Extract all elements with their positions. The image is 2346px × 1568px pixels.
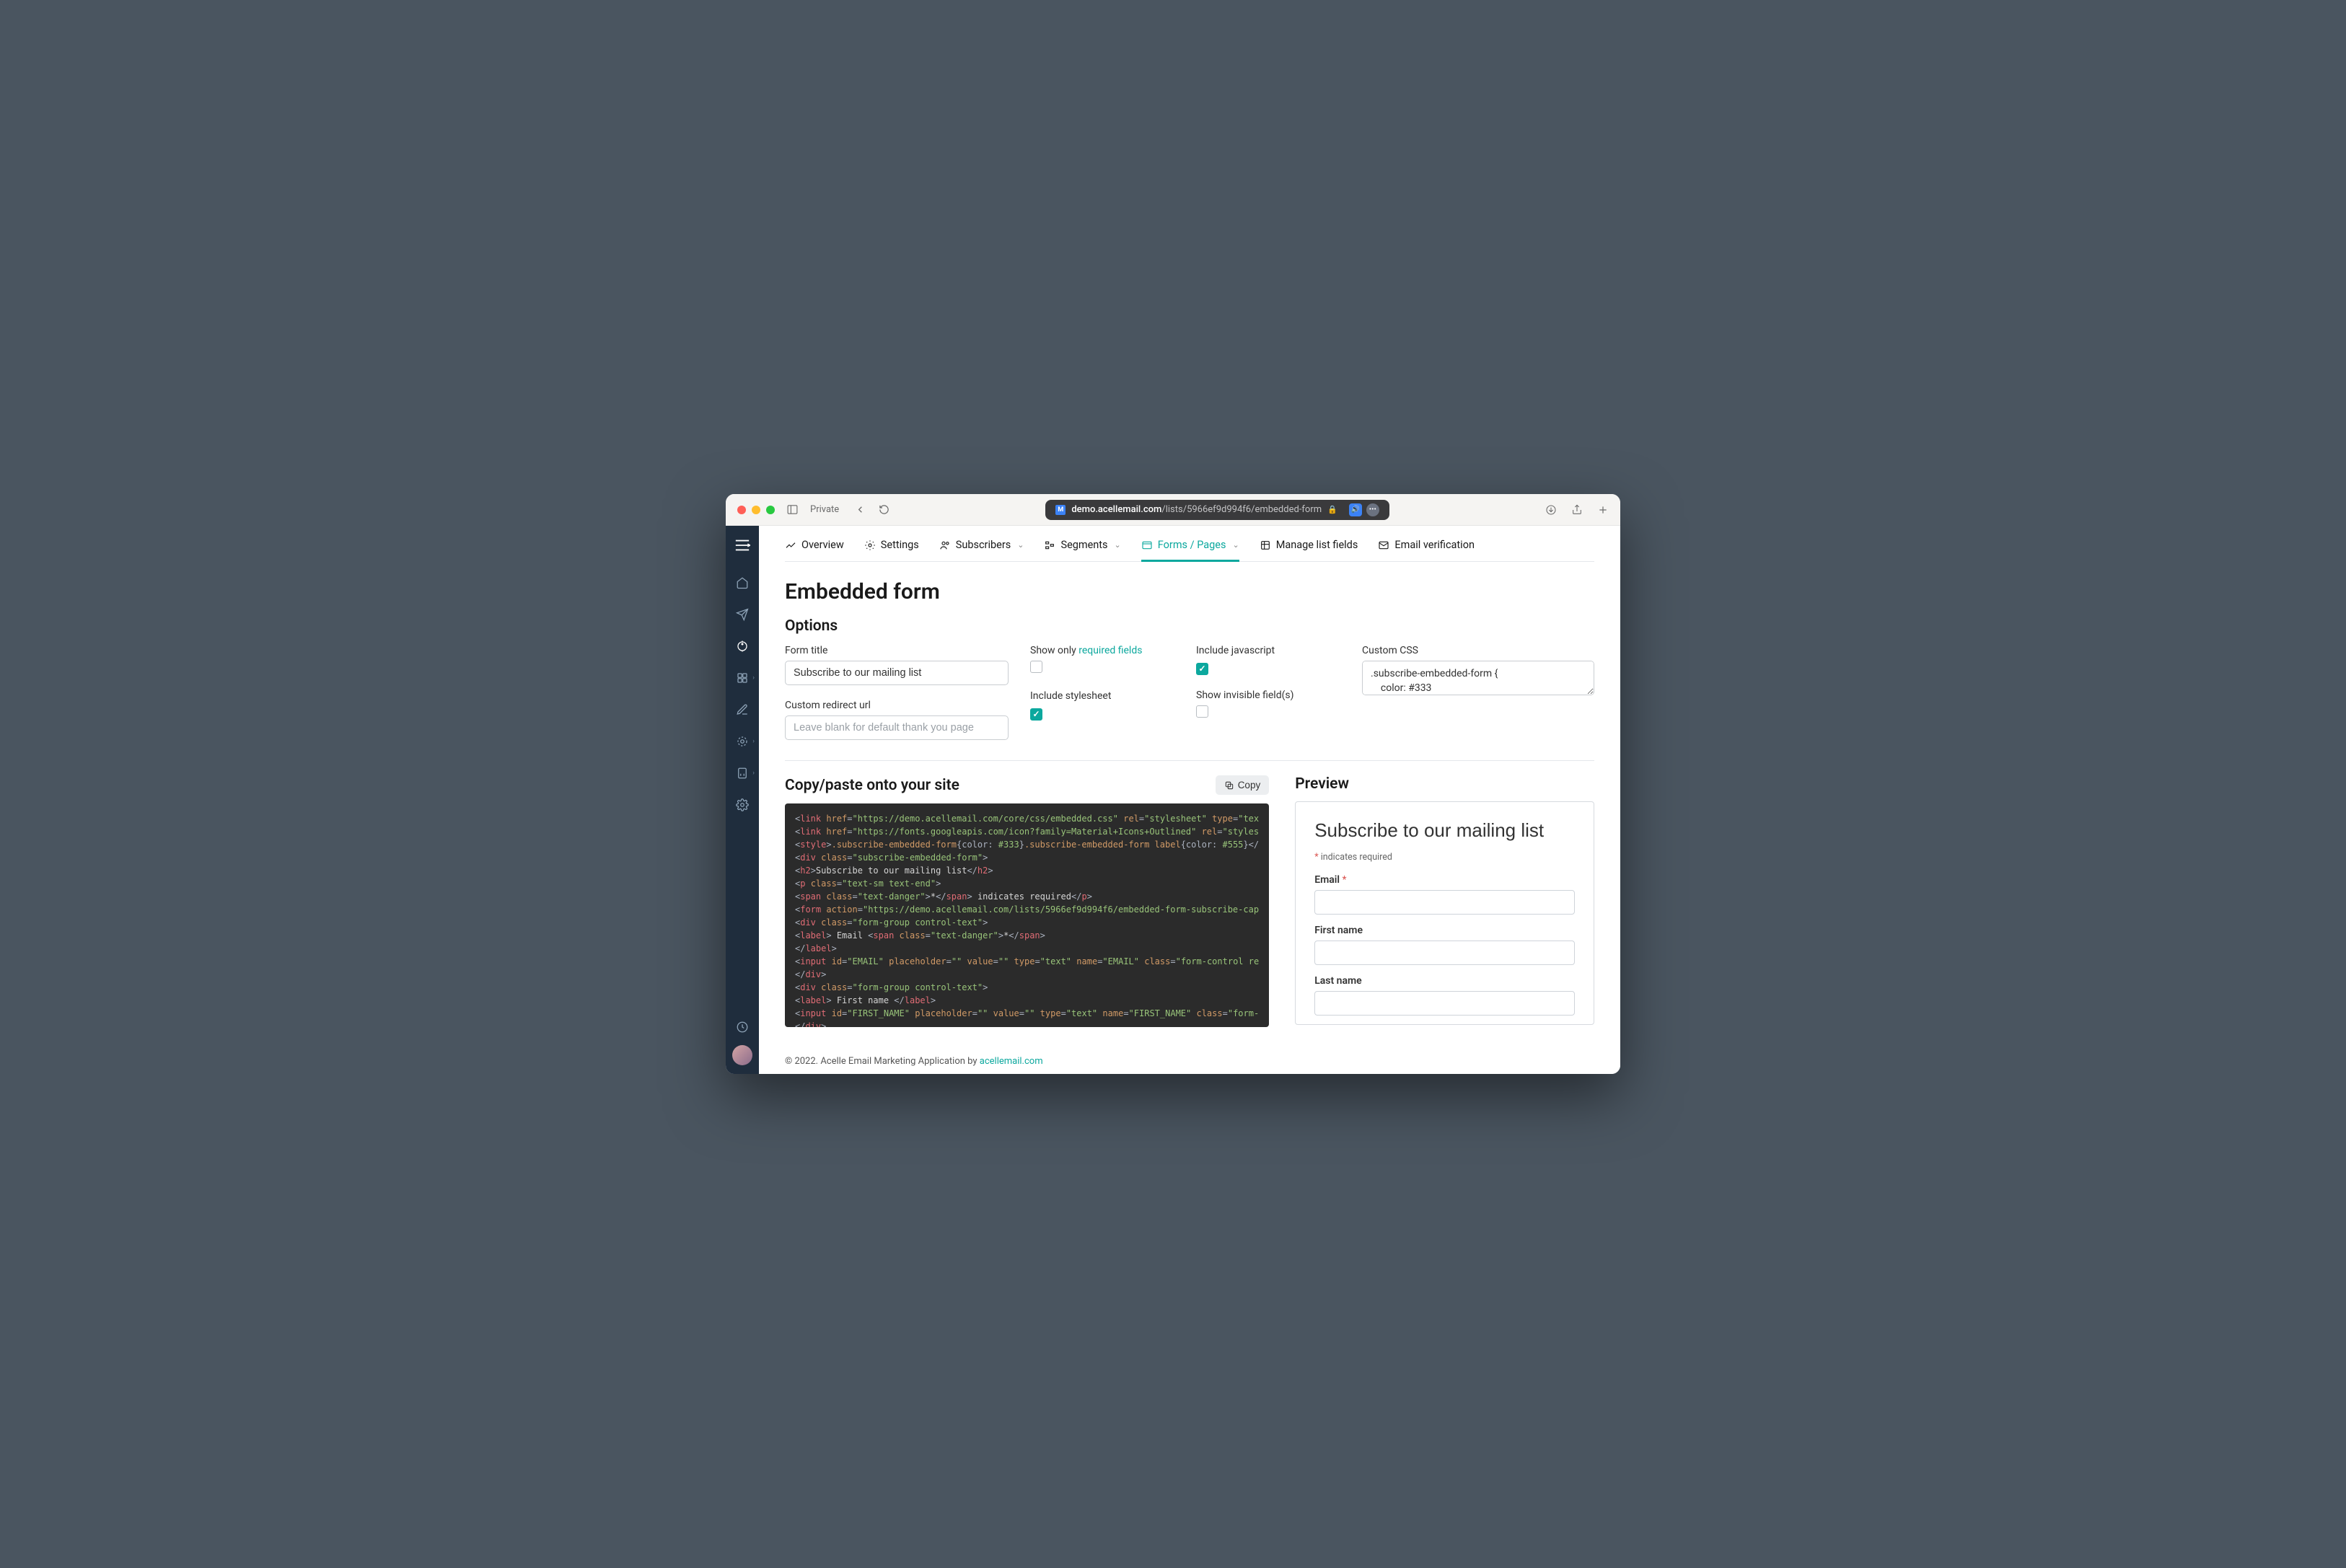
- app-sidebar: [726, 526, 759, 1074]
- include-javascript-checkbox[interactable]: [1196, 663, 1208, 675]
- sidebar-item-reports[interactable]: [729, 759, 756, 787]
- show-only-label: Show only required fields: [1030, 645, 1174, 656]
- preview-column: Preview Subscribe to our mailing list * …: [1295, 775, 1594, 1027]
- chevron-down-icon: ⌄: [1017, 540, 1024, 550]
- tab-overview[interactable]: Overview: [785, 539, 844, 561]
- maximize-icon[interactable]: [766, 506, 775, 514]
- tab-subscribers[interactable]: Subscribers⌄: [939, 539, 1024, 561]
- tab-manage-fields[interactable]: Manage list fields: [1260, 539, 1358, 561]
- preview-firstname-label: First name: [1314, 925, 1575, 936]
- preview-lastname-label: Last name: [1314, 975, 1575, 987]
- tab-forms[interactable]: Forms / Pages⌄: [1141, 539, 1239, 561]
- reload-icon[interactable]: [879, 504, 889, 515]
- preview-heading: Preview: [1295, 775, 1349, 793]
- preview-email-input[interactable]: [1314, 890, 1575, 915]
- form-title-input[interactable]: [785, 661, 1009, 685]
- new-tab-icon[interactable]: [1597, 504, 1609, 516]
- page-title: Embedded form: [785, 579, 1594, 604]
- download-icon[interactable]: [1545, 504, 1557, 516]
- preview-required-note: * indicates required: [1314, 852, 1575, 863]
- list-tabs: Overview Settings Subscribers⌄ Segments⌄…: [785, 526, 1594, 562]
- sidebar-item-campaigns[interactable]: [729, 601, 756, 628]
- show-only-checkbox[interactable]: [1030, 661, 1042, 673]
- chevron-down-icon: ⌄: [1115, 540, 1121, 550]
- traffic-lights: [737, 506, 775, 514]
- options-grid: Form title Custom redirect url Show only…: [785, 645, 1594, 740]
- close-icon[interactable]: [737, 506, 746, 514]
- sidebar-item-settings[interactable]: [729, 791, 756, 819]
- preview-title: Subscribe to our mailing list: [1314, 819, 1575, 842]
- tab-segments[interactable]: Segments⌄: [1044, 539, 1120, 561]
- url-host: demo.acellemail.com: [1071, 504, 1161, 515]
- include-stylesheet-label: Include stylesheet: [1030, 690, 1174, 702]
- browser-window: Private M demo.acellemail.com/lists/5966…: [726, 494, 1620, 1074]
- chevron-down-icon: ⌄: [1232, 540, 1239, 550]
- tab-email-verification[interactable]: Email verification: [1378, 539, 1475, 561]
- custom-css-input[interactable]: [1362, 661, 1594, 695]
- sidebar-item-sending[interactable]: [729, 728, 756, 755]
- titlebar: Private M demo.acellemail.com/lists/5966…: [726, 494, 1620, 526]
- footer: © 2022. Acelle Email Marketing Applicati…: [785, 1056, 1594, 1067]
- custom-css-label: Custom CSS: [1362, 645, 1594, 656]
- copypaste-heading: Copy/paste onto your site: [785, 777, 959, 794]
- sidebar-item-templates[interactable]: [729, 696, 756, 723]
- divider: [785, 760, 1594, 761]
- sidebar-item-home[interactable]: [729, 569, 756, 596]
- include-javascript-label: Include javascript: [1196, 645, 1340, 656]
- page-menu-icon[interactable]: •••: [1366, 503, 1379, 516]
- back-icon[interactable]: [855, 504, 866, 515]
- minimize-icon[interactable]: [752, 506, 760, 514]
- options-heading: Options: [785, 617, 1594, 635]
- form-title-label: Form title: [785, 645, 1009, 656]
- preview-email-label: Email *: [1314, 874, 1575, 886]
- embed-code[interactable]: <link href="https://demo.acellemail.com/…: [785, 803, 1269, 1027]
- main-content: Overview Settings Subscribers⌄ Segments⌄…: [759, 526, 1620, 1074]
- menu-toggle-icon[interactable]: [734, 533, 750, 565]
- preview-box: Subscribe to our mailing list * indicate…: [1295, 801, 1594, 1025]
- copy-button[interactable]: Copy: [1216, 775, 1270, 795]
- sidebar-item-lists[interactable]: [729, 664, 756, 692]
- sidebar-item-history[interactable]: [729, 1013, 756, 1041]
- url-bar[interactable]: M demo.acellemail.com/lists/5966ef9d994f…: [901, 500, 1534, 520]
- preview-firstname-input[interactable]: [1314, 941, 1575, 965]
- share-icon[interactable]: [1571, 504, 1583, 516]
- footer-link[interactable]: acellemail.com: [980, 1056, 1043, 1067]
- show-invisible-label: Show invisible field(s): [1196, 690, 1340, 701]
- preview-lastname-input[interactable]: [1314, 991, 1575, 1016]
- sidebar-toggle-icon[interactable]: [786, 503, 799, 516]
- code-column: Copy/paste onto your site Copy <link hre…: [785, 775, 1269, 1027]
- redirect-url-input[interactable]: [785, 715, 1009, 740]
- private-label: Private: [810, 504, 839, 515]
- avatar[interactable]: [732, 1045, 752, 1065]
- include-stylesheet-checkbox[interactable]: [1030, 708, 1042, 721]
- copy-icon: [1224, 780, 1234, 790]
- required-fields-link[interactable]: required fields: [1078, 645, 1142, 656]
- nav-controls: [855, 504, 889, 515]
- url-path: /lists/5966ef9d994f6/embedded-form: [1161, 504, 1322, 515]
- lock-icon: 🔒: [1327, 505, 1337, 514]
- site-favicon-icon: M: [1055, 505, 1066, 515]
- audio-icon[interactable]: 🔊: [1349, 503, 1362, 516]
- show-invisible-checkbox[interactable]: [1196, 705, 1208, 718]
- sidebar-item-automation[interactable]: [729, 633, 756, 660]
- redirect-url-label: Custom redirect url: [785, 700, 1009, 711]
- tab-settings[interactable]: Settings: [864, 539, 919, 561]
